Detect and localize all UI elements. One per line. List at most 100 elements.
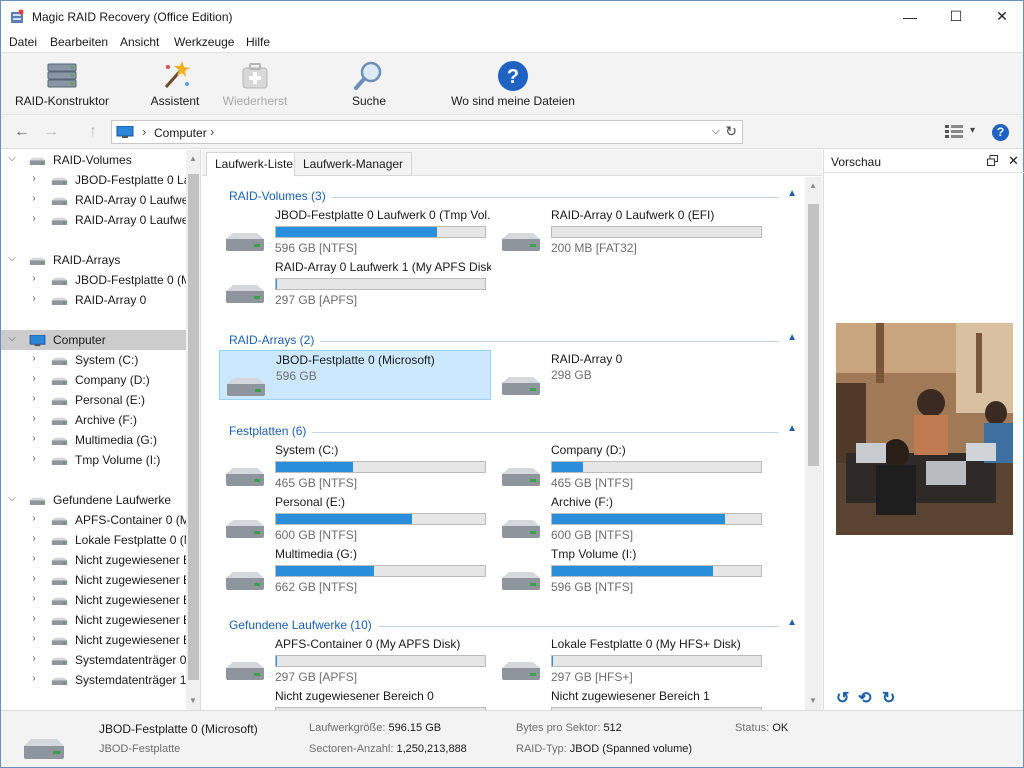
drive-item[interactable]: Tmp Volume (I:) 596 GB [NTFS] [495, 545, 767, 595]
menu-datei[interactable]: Datei [9, 35, 37, 49]
tree-item-jbod-festplatte-0-microsoft[interactable]: › JBOD-Festplatte 0 (Microsoft) [1, 270, 186, 290]
tree-scroll-thumb[interactable] [188, 174, 199, 680]
scroll-up-icon[interactable]: ▲ [189, 154, 197, 163]
expand-chevron-icon[interactable]: › [29, 653, 39, 664]
tree-item-jbod-festplatte-0-laufwerk-0-tmp-volume[interactable]: › JBOD-Festplatte 0 Laufwerk 0 (Tmp Volum… [1, 170, 186, 190]
collapse-chevron-icon[interactable]: ⌵ [7, 253, 17, 264]
help-icon[interactable]: ? [992, 124, 1009, 141]
tree-scrollbar[interactable]: ▲ ▼ [186, 150, 200, 710]
group-header[interactable]: Festplatten (6) ▲ [229, 423, 799, 442]
minimize-button[interactable]: — [887, 1, 933, 32]
drive-item[interactable]: RAID-Array 0 298 GB [495, 350, 767, 400]
drive-item[interactable]: Lokale Festplatte 0 (My HFS+ Disk) 297 GB… [495, 635, 767, 685]
rotate-right-icon[interactable]: ↻ [882, 688, 895, 708]
view-dropdown-icon[interactable]: ▾ [970, 125, 975, 136]
undock-icon[interactable] [987, 155, 998, 166]
expand-chevron-icon[interactable]: › [29, 373, 39, 384]
expand-chevron-icon[interactable]: › [29, 173, 39, 184]
drive-item[interactable]: Archive (F:) 600 GB [NTFS] [495, 493, 767, 543]
collapse-group-icon[interactable]: ▲ [787, 617, 797, 628]
tree-item-nicht-zugewiesener-bereich-3[interactable]: › Nicht zugewiesener Bereich 3 [1, 610, 186, 630]
wizard-button[interactable]: Assistent [144, 55, 206, 113]
raid-constructor-button[interactable]: RAID-Konstruktor [11, 55, 113, 113]
tree-item-lokale-festplatte-0-my-hfs-disk[interactable]: › Lokale Festplatte 0 (My HFS+ Disk) [1, 530, 186, 550]
menu-ansicht[interactable]: Ansicht [120, 35, 159, 49]
drive-item[interactable]: System (C:) 465 GB [NTFS] [219, 441, 491, 491]
expand-chevron-icon[interactable]: › [29, 193, 39, 204]
expand-chevron-icon[interactable]: › [29, 673, 39, 684]
flip-icon[interactable]: ⟲ [858, 688, 871, 708]
search-button[interactable]: Suche [341, 55, 397, 113]
drive-item[interactable]: Personal (E:) 600 GB [NTFS] [219, 493, 491, 543]
rotate-left-icon[interactable]: ↺ [836, 688, 849, 708]
expand-chevron-icon[interactable]: › [29, 613, 39, 624]
drive-item[interactable]: Company (D:) 465 GB [NTFS] [495, 441, 767, 491]
expand-chevron-icon[interactable]: › [29, 213, 39, 224]
scroll-down-icon[interactable]: ▼ [189, 696, 197, 705]
view-mode-icon[interactable] [945, 125, 965, 139]
expand-chevron-icon[interactable]: › [29, 393, 39, 404]
tree-item-company-d[interactable]: › Company (D:) [1, 370, 186, 390]
tree-item-archive-f[interactable]: › Archive (F:) [1, 410, 186, 430]
recover-button[interactable]: Wiederherst [219, 55, 291, 113]
tree-item-computer[interactable]: ⌵ Computer [1, 330, 186, 350]
close-button[interactable]: ✕ [979, 1, 1024, 32]
group-header[interactable]: RAID-Volumes (3) ▲ [229, 188, 799, 207]
collapse-chevron-icon[interactable]: ⌵ [7, 153, 17, 164]
collapse-group-icon[interactable]: ▲ [787, 332, 797, 343]
where-files-button[interactable]: ? Wo sind meine Dateien [450, 55, 576, 113]
up-arrow-icon[interactable]: ↑ [89, 123, 97, 141]
tab-drive-list[interactable]: Laufwerk-Liste [206, 152, 303, 177]
tab-drive-manager[interactable]: Laufwerk-Manager [294, 152, 413, 176]
expand-chevron-icon[interactable]: › [29, 413, 39, 424]
path-segment-computer[interactable]: Computer [154, 126, 207, 140]
tree-item-systemdatentr-ger-0[interactable]: › Systemdatenträger 0 [1, 650, 186, 670]
menu-bearbeiten[interactable]: Bearbeiten [50, 35, 108, 49]
expand-chevron-icon[interactable]: › [29, 533, 39, 544]
scroll-down-icon[interactable]: ▼ [809, 696, 817, 705]
tree-item-gefundene-laufwerke[interactable]: ⌵ Gefundene Laufwerke [1, 490, 186, 510]
collapse-chevron-icon[interactable]: ⌵ [7, 493, 17, 504]
tree-item-raid-array-0-laufwerk-0-efi[interactable]: › RAID-Array 0 Laufwerk 0 (EFI) [1, 190, 186, 210]
path-separator[interactable]: › [210, 124, 214, 139]
tree-item-personal-e[interactable]: › Personal (E:) [1, 390, 186, 410]
drive-item[interactable]: Multimedia (G:) 662 GB [NTFS] [219, 545, 491, 595]
expand-chevron-icon[interactable]: › [29, 573, 39, 584]
drive-item[interactable]: JBOD-Festplatte 0 Laufwerk 0 (Tmp Vol...… [219, 206, 491, 256]
tree-item-raid-array-0-laufwerk-1-my-apfs-disk[interactable]: › RAID-Array 0 Laufwerk 1 (My APFS Disk) [1, 210, 186, 230]
tree-item-nicht-zugewiesener-bereich-0[interactable]: › Nicht zugewiesener Bereich 0 [1, 550, 186, 570]
expand-chevron-icon[interactable]: › [29, 453, 39, 464]
tree-item-system-c[interactable]: › System (C:) [1, 350, 186, 370]
tree-item-nicht-zugewiesener-bereich-1[interactable]: › Nicht zugewiesener Bereich 1 [1, 570, 186, 590]
drive-item[interactable]: JBOD-Festplatte 0 (Microsoft) 596 GB [219, 350, 491, 400]
tree-item-apfs-container-0-my-apfs-disk[interactable]: › APFS-Container 0 (My APFS Disk) [1, 510, 186, 530]
expand-chevron-icon[interactable]: › [29, 433, 39, 444]
refresh-icon[interactable]: ↻ [725, 123, 737, 140]
scroll-up-icon[interactable]: ▲ [809, 181, 817, 190]
tree-item-tmp-volume-i[interactable]: › Tmp Volume (I:) [1, 450, 186, 470]
forward-arrow-icon[interactable]: → [43, 123, 59, 141]
expand-chevron-icon[interactable]: › [29, 293, 39, 304]
maximize-button[interactable]: ☐ [933, 1, 979, 32]
collapse-group-icon[interactable]: ▲ [787, 423, 797, 434]
drive-item[interactable]: APFS-Container 0 (My APFS Disk) 297 GB [A… [219, 635, 491, 685]
tree-item-raid-arrays[interactable]: ⌵ RAID-Arrays [1, 250, 186, 270]
menu-hilfe[interactable]: Hilfe [246, 35, 270, 49]
group-header[interactable]: Gefundene Laufwerke (10) ▲ [229, 617, 799, 636]
collapse-chevron-icon[interactable]: ⌵ [7, 333, 17, 344]
expand-chevron-icon[interactable]: › [29, 513, 39, 524]
tree-item-raid-array-0[interactable]: › RAID-Array 0 [1, 290, 186, 310]
tree-item-systemdatentr-ger-1[interactable]: › Systemdatenträger 1 [1, 670, 186, 690]
list-scroll-thumb[interactable] [808, 204, 819, 466]
expand-chevron-icon[interactable]: › [29, 353, 39, 364]
drive-item[interactable]: RAID-Array 0 Laufwerk 1 (My APFS Disk) 29… [219, 258, 491, 308]
drive-item[interactable]: RAID-Array 0 Laufwerk 0 (EFI) 200 MB [FAT… [495, 206, 767, 256]
group-header[interactable]: RAID-Arrays (2) ▲ [229, 332, 799, 351]
list-scrollbar[interactable]: ▲ ▼ [805, 177, 822, 710]
tree-item-nicht-zugewiesener-bereich-4[interactable]: › Nicht zugewiesener Bereich 4 [1, 630, 186, 650]
expand-chevron-icon[interactable]: › [29, 633, 39, 644]
drive-item[interactable]: Nicht zugewiesener Bereich 1 [495, 687, 767, 710]
drive-item[interactable]: Nicht zugewiesener Bereich 0 [219, 687, 491, 710]
path-field[interactable]: › Computer › ⌵ ↻ [111, 120, 743, 144]
expand-chevron-icon[interactable]: › [29, 593, 39, 604]
